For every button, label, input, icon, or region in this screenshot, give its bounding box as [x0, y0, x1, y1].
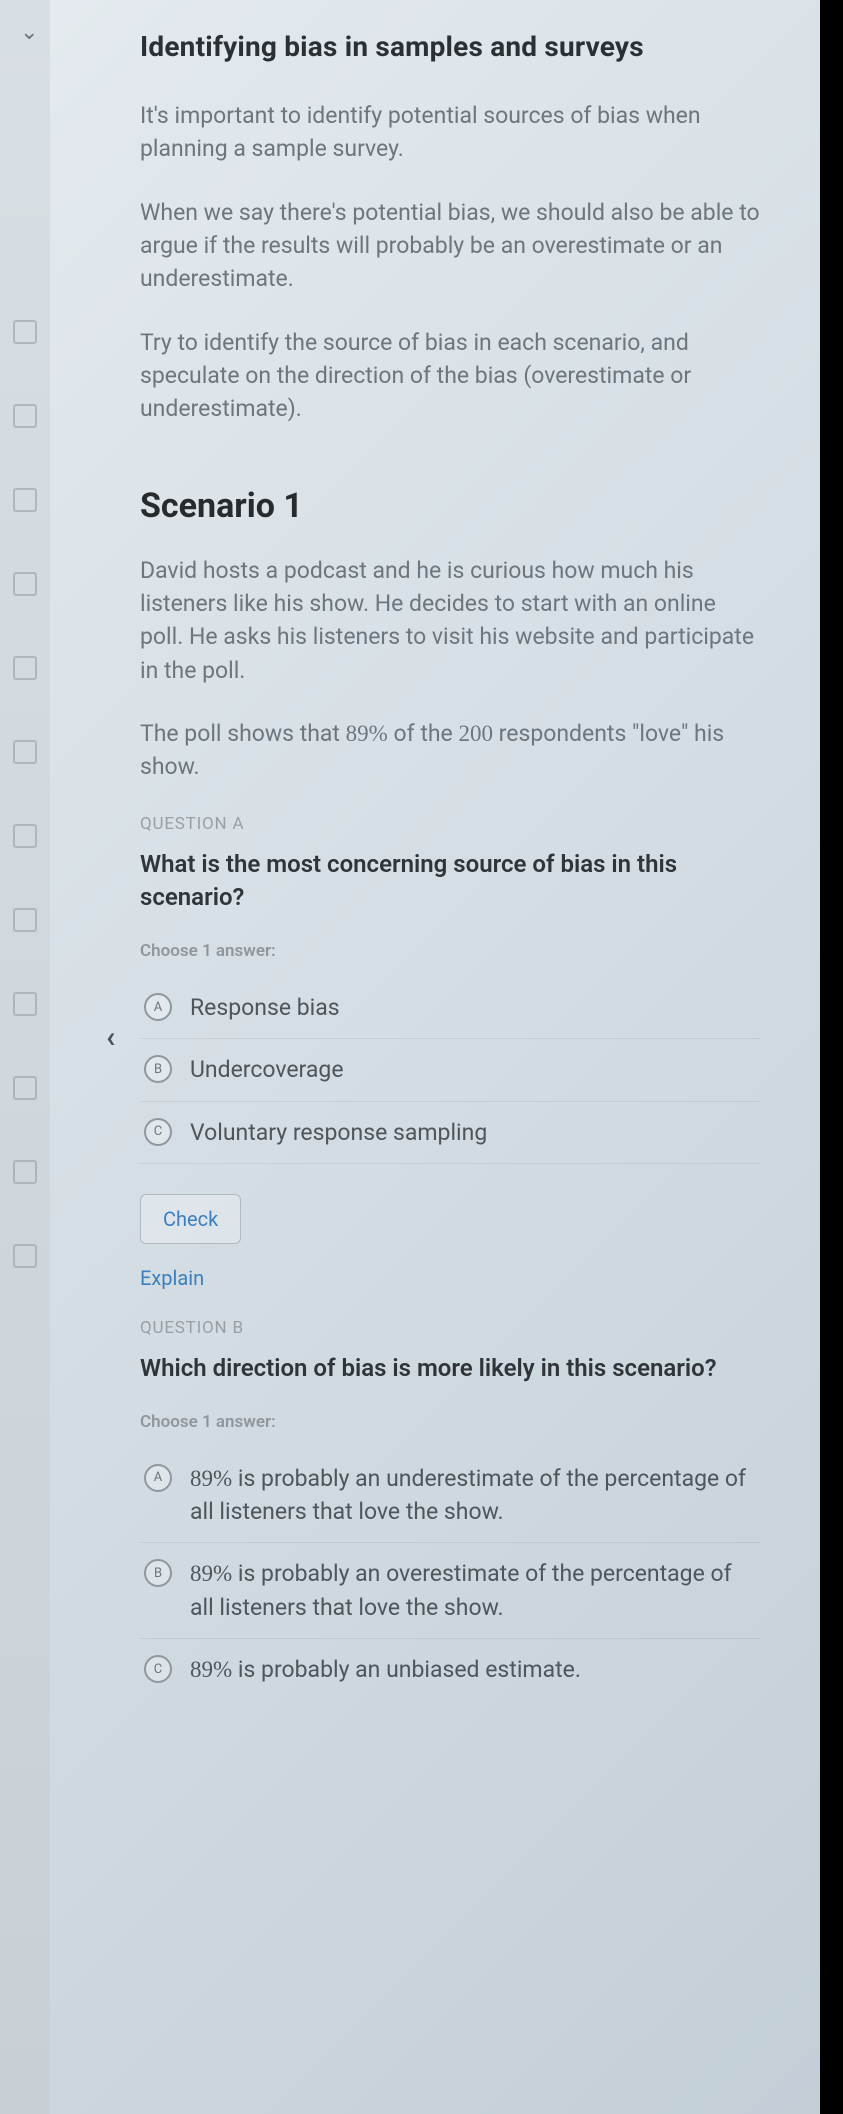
respondent-count: 200 [458, 721, 493, 746]
radio-icon: B [144, 1559, 172, 1587]
question-a-prompt: What is the most concerning source of bi… [140, 848, 760, 915]
radio-icon: A [144, 1464, 172, 1492]
sidebar-item[interactable] [13, 488, 37, 512]
option-b[interactable]: B 89% is probably an overestimate of the… [140, 1543, 760, 1639]
sidebar-item[interactable] [13, 656, 37, 680]
option-a-text: Response bias [190, 991, 340, 1024]
sidebar-item[interactable] [13, 1076, 37, 1100]
sidebar-item[interactable] [13, 1160, 37, 1184]
question-a-label: QUESTION A [140, 814, 760, 834]
intro-paragraph: When we say there's potential bias, we s… [140, 196, 760, 296]
scenario-paragraph: The poll shows that 89% of the 200 respo… [140, 717, 760, 784]
scenario-paragraph: David hosts a podcast and he is curious … [140, 554, 760, 687]
chevron-left-icon[interactable]: ‹ [106, 1020, 115, 1055]
check-button[interactable]: Check [140, 1194, 241, 1244]
option-c[interactable]: C Voluntary response sampling [140, 1102, 760, 1164]
sidebar-item[interactable] [13, 908, 37, 932]
sidebar-item[interactable] [13, 992, 37, 1016]
question-b-label: QUESTION B [140, 1318, 760, 1338]
page-title: Identifying bias in samples and surveys [140, 30, 760, 63]
choose-label: Choose 1 answer: [140, 1412, 760, 1432]
question-b-prompt: Which direction of bias is more likely i… [140, 1352, 760, 1386]
option-a-text: 89% is probably an underestimate of the … [190, 1462, 756, 1529]
option-a[interactable]: A Response bias [140, 977, 760, 1039]
percent-value: 89% [346, 721, 388, 746]
radio-icon: B [144, 1055, 172, 1083]
left-sidebar: ⌄ [0, 0, 50, 2114]
choose-label: Choose 1 answer: [140, 941, 760, 961]
explain-link[interactable]: Explain [140, 1266, 760, 1290]
sidebar-item[interactable] [13, 1244, 37, 1268]
sidebar-item[interactable] [13, 824, 37, 848]
option-c[interactable]: C 89% is probably an unbiased estimate. [140, 1639, 760, 1700]
option-c-text: 89% is probably an unbiased estimate. [190, 1653, 581, 1686]
intro-paragraph: It's important to identify potential sou… [140, 99, 760, 166]
chevron-down-icon[interactable]: ⌄ [20, 20, 38, 45]
radio-icon: C [144, 1118, 172, 1146]
content-area: ‹ Identifying bias in samples and survey… [50, 0, 820, 2114]
radio-icon: A [144, 993, 172, 1021]
option-b-text: Undercoverage [190, 1053, 344, 1086]
option-c-text: Voluntary response sampling [190, 1116, 487, 1149]
intro-paragraph: Try to identify the source of bias in ea… [140, 326, 760, 426]
sidebar-item[interactable] [13, 572, 37, 596]
option-b[interactable]: B Undercoverage [140, 1039, 760, 1101]
sidebar-item[interactable] [13, 320, 37, 344]
option-b-text: 89% is probably an overestimate of the p… [190, 1557, 756, 1624]
radio-icon: C [144, 1655, 172, 1683]
option-a[interactable]: A 89% is probably an underestimate of th… [140, 1448, 760, 1544]
sidebar-item[interactable] [13, 740, 37, 764]
sidebar-item[interactable] [13, 404, 37, 428]
scenario-heading: Scenario 1 [140, 486, 760, 526]
